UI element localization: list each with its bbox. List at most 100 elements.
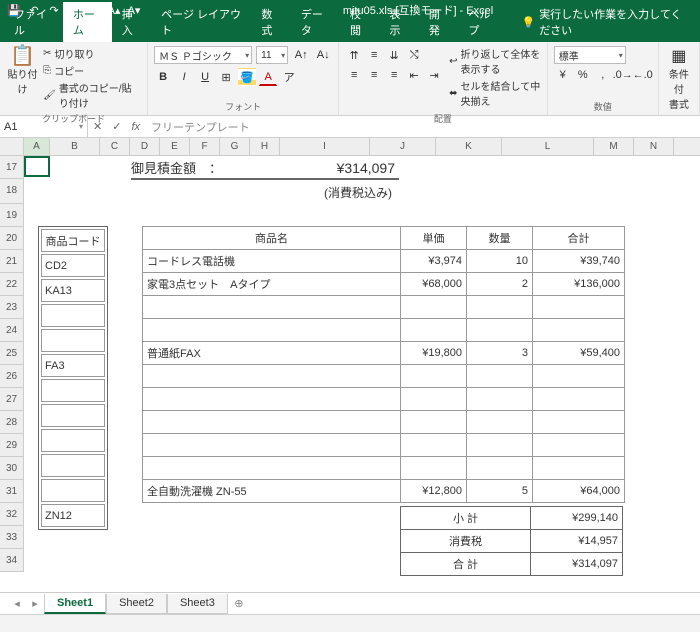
sheet-tab[interactable]: Sheet1 <box>44 594 106 614</box>
code-cell[interactable]: FA3 <box>41 354 105 377</box>
cell-qty[interactable] <box>467 411 533 434</box>
cell-price[interactable] <box>401 296 467 319</box>
cell-name[interactable]: 全自動洗濯機 ZN-55 <box>143 480 401 503</box>
sheet-tab[interactable]: Sheet2 <box>106 594 167 614</box>
tab-dev[interactable]: 開発 <box>419 2 458 42</box>
cell-name[interactable]: 普通紙FAX <box>143 342 401 365</box>
row-header[interactable]: 29 <box>0 434 23 457</box>
col-header[interactable]: I <box>280 138 370 155</box>
font-color-button[interactable]: A <box>259 68 277 86</box>
orientation-icon[interactable]: ⤭ <box>405 46 423 64</box>
cancel-icon[interactable]: ✕ <box>88 116 107 137</box>
format-painter-button[interactable]: 🖌書式のコピー/貼り付け <box>43 80 141 110</box>
cell-total[interactable] <box>533 319 625 342</box>
font-size-select[interactable]: 11 <box>256 46 288 64</box>
row-header[interactable]: 23 <box>0 296 23 319</box>
cell-price[interactable]: ¥3,974 <box>401 250 467 273</box>
code-cell[interactable] <box>41 479 105 502</box>
col-header[interactable]: K <box>436 138 502 155</box>
cell-price[interactable] <box>401 319 467 342</box>
cell-qty[interactable]: 2 <box>467 273 533 296</box>
cell-total[interactable]: ¥59,400 <box>533 342 625 365</box>
code-cell[interactable]: CD2 <box>41 254 105 277</box>
comma-format-icon[interactable]: , <box>594 66 612 84</box>
tell-me[interactable]: 💡実行したい作業を入力してください <box>513 2 700 42</box>
font-name-select[interactable]: ＭＳ Ｐゴシック <box>154 46 252 64</box>
cell-price[interactable] <box>401 434 467 457</box>
cell-qty[interactable] <box>467 388 533 411</box>
wrap-text-button[interactable]: ↩折り返して全体を表示する <box>449 46 541 76</box>
col-header[interactable]: A <box>24 138 50 155</box>
tab-data[interactable]: データ <box>291 2 340 42</box>
phonetic-button[interactable]: ア <box>280 68 298 86</box>
add-sheet-button[interactable]: ⊕ <box>228 597 250 610</box>
code-cell[interactable] <box>41 404 105 427</box>
row-header[interactable]: 24 <box>0 319 23 342</box>
cut-button[interactable]: ✂切り取り <box>43 46 141 61</box>
align-center-icon[interactable]: ≡ <box>365 66 383 84</box>
cell-qty[interactable] <box>467 296 533 319</box>
align-top-icon[interactable]: ⇈ <box>345 46 363 64</box>
cell-name[interactable]: 家電3点セット Aタイプ <box>143 273 401 296</box>
col-header[interactable]: H <box>250 138 280 155</box>
col-header[interactable]: E <box>160 138 190 155</box>
col-header[interactable]: B <box>50 138 100 155</box>
cell-qty[interactable] <box>467 319 533 342</box>
cell-name[interactable] <box>143 296 401 319</box>
cell-total[interactable] <box>533 457 625 480</box>
tab-help[interactable]: ヘルプ <box>458 2 507 42</box>
align-right-icon[interactable]: ≡ <box>385 66 403 84</box>
formula-input[interactable]: フリーテンプレート <box>145 119 700 135</box>
sheet-nav-last-icon[interactable]: ▸ <box>26 597 44 610</box>
fill-color-button[interactable]: 🪣 <box>238 68 256 86</box>
cell-price[interactable] <box>401 457 467 480</box>
tab-insert[interactable]: 挿入 <box>112 2 151 42</box>
cell-total[interactable] <box>533 388 625 411</box>
code-cell[interactable]: ZN12 <box>41 504 105 527</box>
cell-total[interactable]: ¥136,000 <box>533 273 625 296</box>
conditional-format-button[interactable]: ▦ 条件付 書式 <box>665 46 693 111</box>
tab-layout[interactable]: ページ レイアウト <box>151 2 251 42</box>
row-header[interactable]: 32 <box>0 503 23 526</box>
cell-qty[interactable] <box>467 365 533 388</box>
row-header[interactable]: 31 <box>0 480 23 503</box>
select-all-button[interactable] <box>0 138 24 155</box>
cell-name[interactable] <box>143 411 401 434</box>
cell-total[interactable]: ¥64,000 <box>533 480 625 503</box>
cell-name[interactable] <box>143 434 401 457</box>
cell-total[interactable] <box>533 411 625 434</box>
indent-dec-icon[interactable]: ⇤ <box>405 66 423 84</box>
cell-total[interactable]: ¥39,740 <box>533 250 625 273</box>
cell-name[interactable] <box>143 365 401 388</box>
percent-format-icon[interactable]: % <box>574 66 592 84</box>
cell-price[interactable] <box>401 411 467 434</box>
merge-center-button[interactable]: ⬌セルを結合して中央揃え <box>449 78 541 108</box>
cell-name[interactable] <box>143 388 401 411</box>
col-header[interactable]: F <box>190 138 220 155</box>
border-button[interactable]: ⊞ <box>217 68 235 86</box>
code-cell[interactable] <box>41 379 105 402</box>
tab-formulas[interactable]: 数式 <box>251 2 290 42</box>
cell-qty[interactable] <box>467 434 533 457</box>
cell-name[interactable]: コードレス電話機 <box>143 250 401 273</box>
col-header[interactable]: G <box>220 138 250 155</box>
align-middle-icon[interactable]: ≡ <box>365 46 383 64</box>
cell-price[interactable]: ¥12,800 <box>401 480 467 503</box>
row-header[interactable]: 30 <box>0 457 23 480</box>
cell-total[interactable] <box>533 296 625 319</box>
cell-name[interactable] <box>143 319 401 342</box>
increase-decimal-icon[interactable]: .0→ <box>614 66 632 84</box>
col-header[interactable]: J <box>370 138 436 155</box>
code-cell[interactable] <box>41 429 105 452</box>
cell-qty[interactable] <box>467 457 533 480</box>
code-cell[interactable] <box>41 304 105 327</box>
copy-button[interactable]: ⎘コピー <box>43 63 141 78</box>
row-header[interactable]: 18 <box>0 179 23 204</box>
row-header[interactable]: 20 <box>0 227 23 250</box>
worksheet[interactable]: ABCDEFGHIJKLMN 1718192021222324252627282… <box>0 138 700 592</box>
row-header[interactable]: 33 <box>0 526 23 549</box>
enter-icon[interactable]: ✓ <box>107 116 126 137</box>
bold-button[interactable]: B <box>154 68 172 86</box>
paste-button[interactable]: 📋 貼り付け <box>6 46 39 110</box>
indent-inc-icon[interactable]: ⇥ <box>425 66 443 84</box>
